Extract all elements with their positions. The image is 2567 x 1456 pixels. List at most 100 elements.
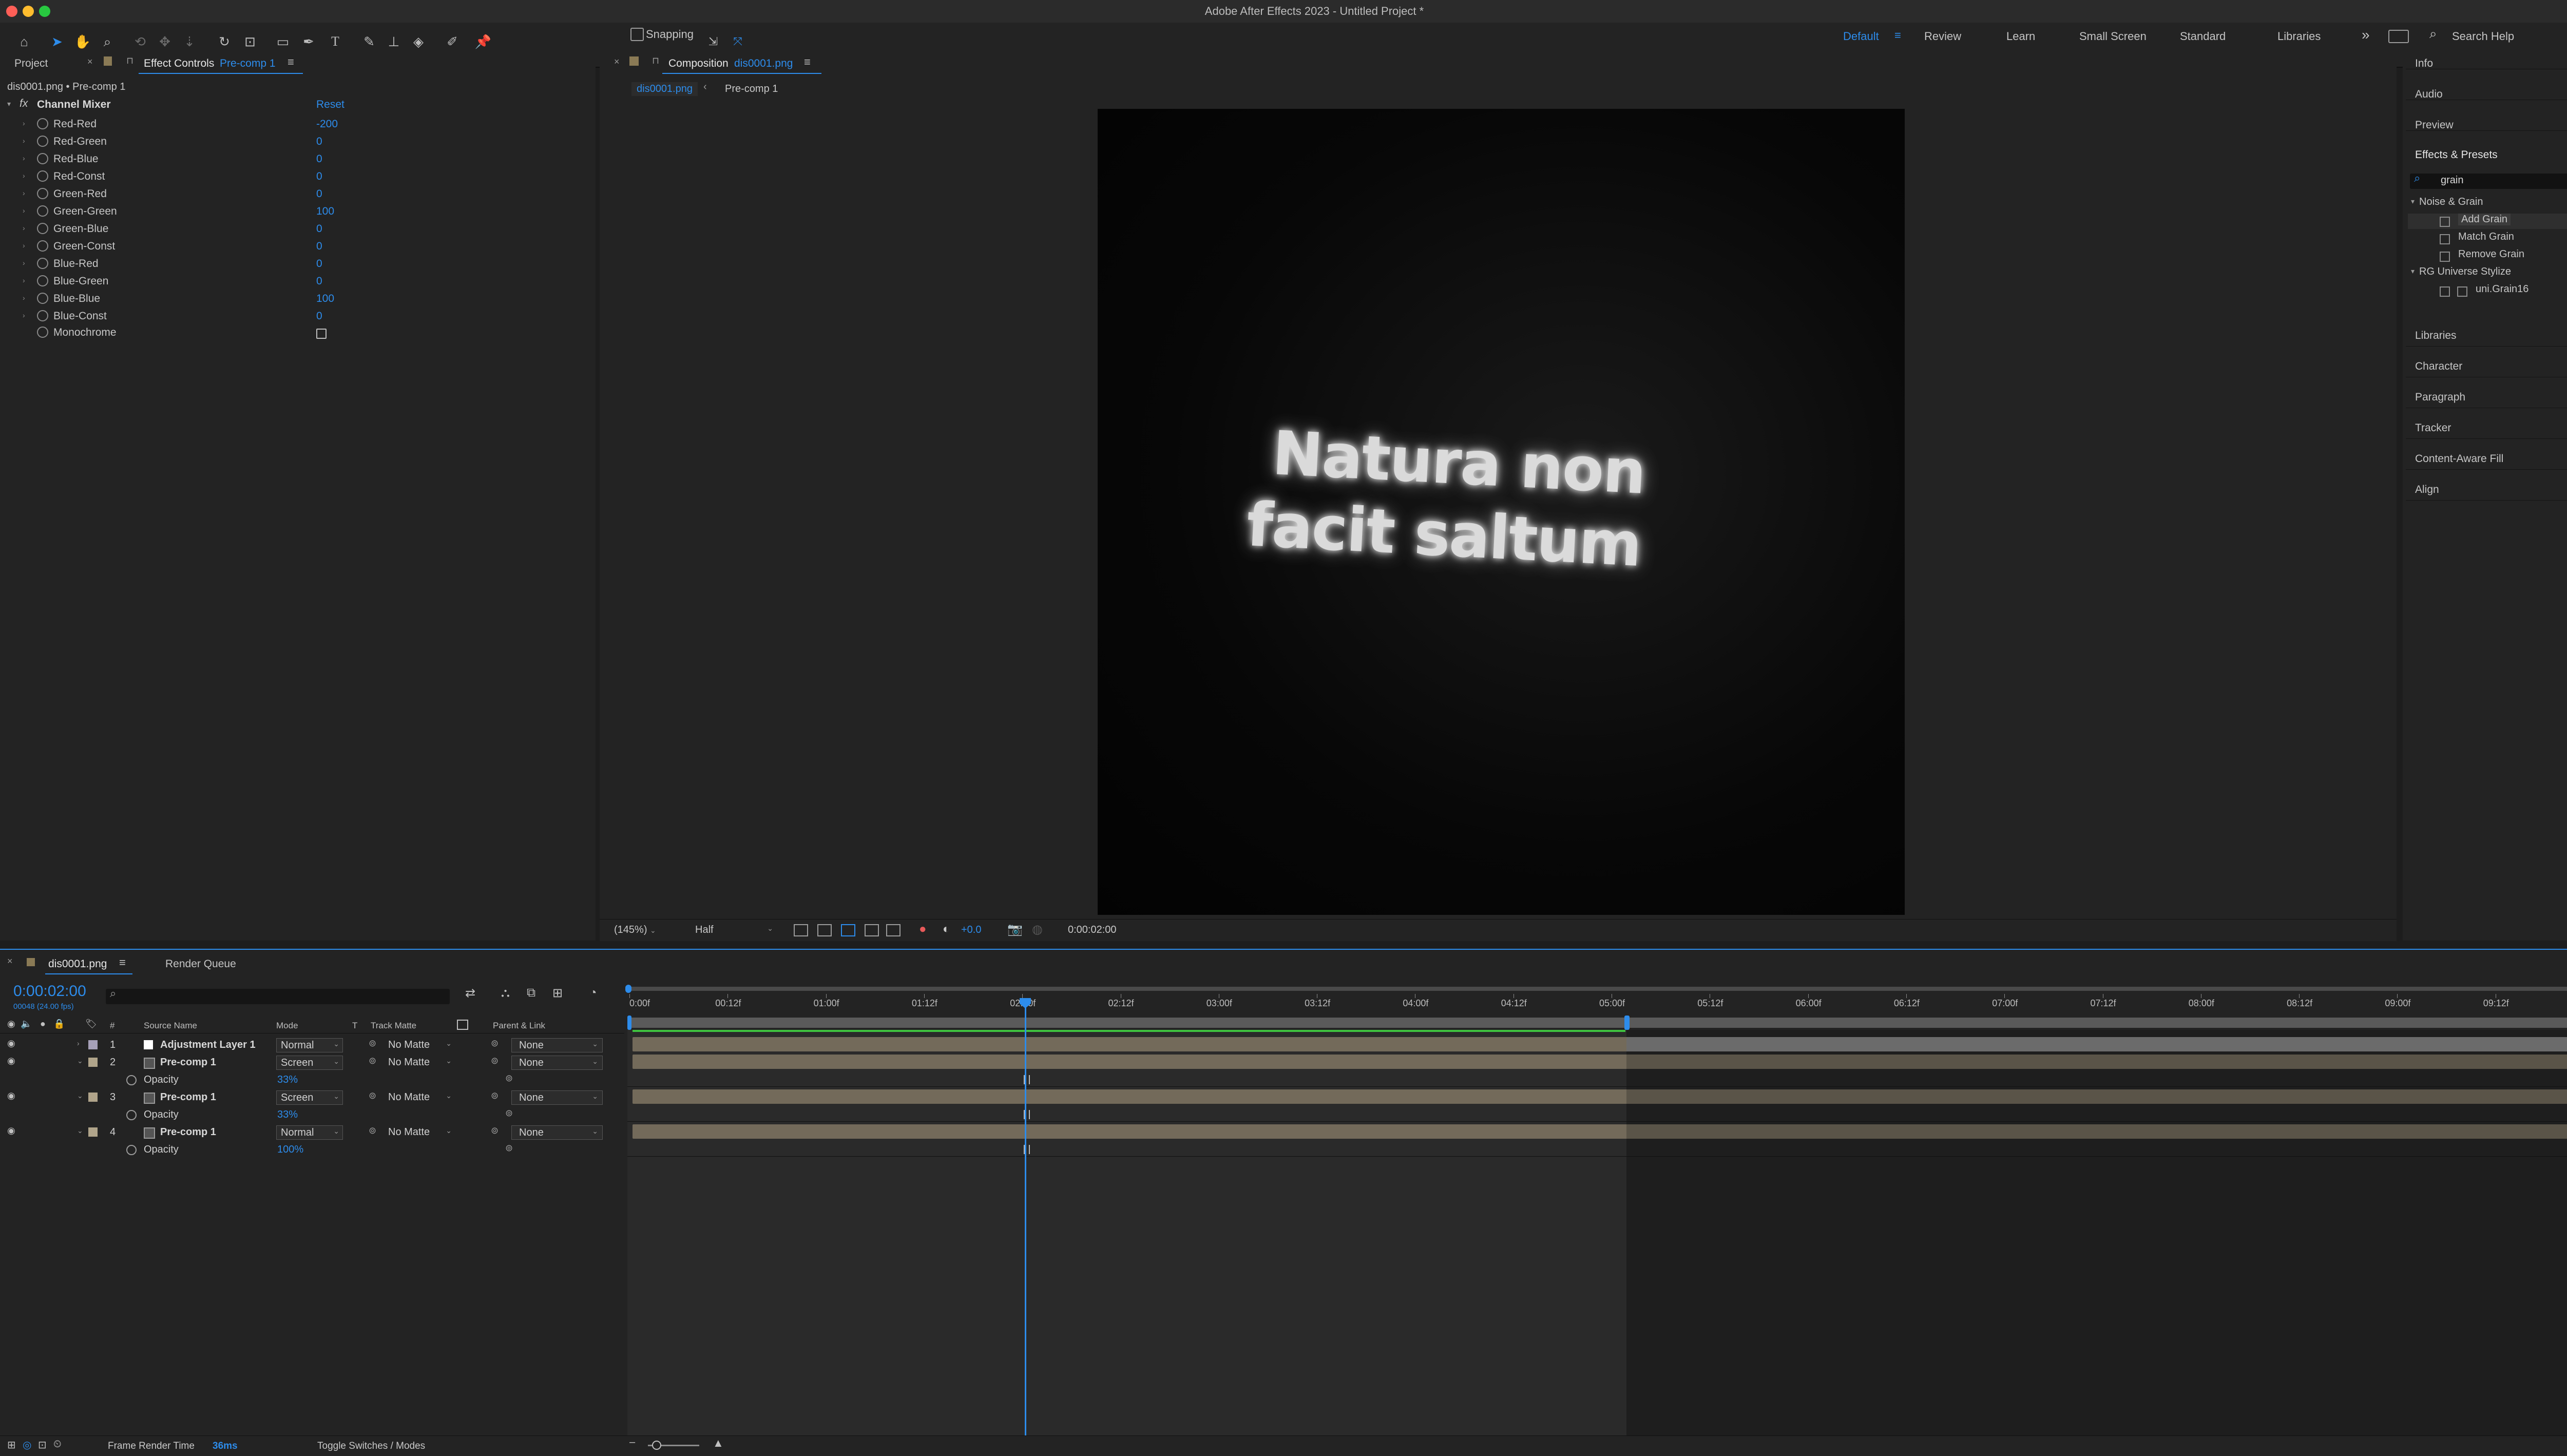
pan-camera-icon[interactable]: ✥ — [156, 33, 174, 50]
monochrome-checkbox[interactable] — [316, 329, 327, 339]
panel-item-tracker[interactable]: Tracker — [2415, 422, 2451, 434]
zoom-tool-icon[interactable]: ⌕ — [99, 33, 116, 50]
param-value[interactable]: 0 — [316, 275, 322, 288]
blend-mode-dropdown[interactable]: Normal ⌄ — [276, 1038, 343, 1052]
param-value[interactable]: 0 — [316, 136, 322, 148]
layer-search-field[interactable] — [106, 989, 450, 1004]
pen-tool-icon[interactable]: ✒ — [300, 33, 317, 50]
stopwatch-icon[interactable] — [37, 310, 48, 321]
effect-param-row[interactable]: › Green-Const 0 — [0, 238, 580, 256]
effect-item[interactable]: Match Grain — [2458, 231, 2514, 243]
matte-link-icon[interactable]: ⊚ — [369, 1125, 376, 1136]
tab-project[interactable]: Project — [14, 58, 48, 70]
audio-toggle-header-icon[interactable]: 🔈 — [21, 1019, 32, 1029]
video-toggle-header-icon[interactable]: ◉ — [7, 1019, 15, 1029]
panel-item-libraries[interactable]: Libraries — [2415, 330, 2457, 342]
stopwatch-icon[interactable] — [37, 153, 48, 164]
expand-chevron-icon[interactable]: › — [23, 189, 25, 197]
expand-chevron-icon[interactable]: › — [23, 294, 25, 302]
effect-param-row[interactable]: › Blue-Green 0 — [0, 273, 580, 291]
effect-name[interactable]: Channel Mixer — [37, 99, 111, 111]
zoom-out-icon[interactable]: – — [629, 1436, 635, 1448]
navigator-start-handle[interactable] — [625, 985, 631, 993]
keyframe-marker-icon[interactable] — [1024, 1145, 1030, 1154]
parent-pickwhip-icon[interactable]: ⊚ — [491, 1125, 499, 1136]
expand-chevron-icon[interactable]: › — [23, 154, 25, 162]
search-help-field[interactable]: Search Help — [2452, 30, 2514, 43]
parent-pickwhip-icon[interactable]: ⊚ — [491, 1038, 499, 1049]
layer-row[interactable]: ◉ 2 ⌄ Pre-comp 1 Screen ⌄ ⊚ No Matte ⌄ ⊚ None ⌄ — [0, 1055, 624, 1072]
tab-effect-controls[interactable]: Effect Controls — [144, 58, 214, 70]
opacity-property-row[interactable]: Opacity 33% ⊚ — [0, 1107, 624, 1124]
track-matte-dropdown[interactable]: No Matte ⌄ — [388, 1039, 452, 1051]
timeline-timecode[interactable]: 0:00:02:00 — [13, 983, 86, 1000]
roto-brush-tool-icon[interactable]: ✐ — [444, 33, 461, 50]
param-value[interactable]: 100 — [316, 205, 334, 218]
layer-row[interactable]: ◉ 3 ⌄ Pre-comp 1 Screen ⌄ ⊚ No Matte ⌄ ⊚ None ⌄ — [0, 1089, 624, 1107]
parent-pickwhip-icon[interactable]: ⊚ — [491, 1056, 499, 1066]
snapping-checkbox[interactable] — [630, 28, 644, 41]
effects-presets-title[interactable]: Effects & Presets — [2415, 149, 2498, 161]
lock-icon[interactable] — [104, 56, 112, 66]
keyframe-marker-icon[interactable] — [1024, 1110, 1030, 1119]
expand-chevron-icon[interactable]: › — [23, 259, 25, 267]
opacity-value[interactable]: 33% — [277, 1109, 298, 1121]
stopwatch-icon[interactable] — [37, 205, 48, 217]
effect-item[interactable]: Remove Grain — [2458, 248, 2524, 260]
fast-previews-icon[interactable] — [794, 924, 808, 936]
panel-item-info[interactable]: Info — [2415, 58, 2433, 70]
param-value[interactable]: 0 — [316, 310, 322, 322]
zoom-dropdown[interactable]: (145%) ⌄ — [614, 924, 656, 936]
panel-item-align[interactable]: Align — [2415, 484, 2439, 496]
effect-item[interactable]: Add Grain — [2458, 214, 2511, 225]
workspace-menu-icon[interactable]: ≡ — [1894, 29, 1901, 42]
search-help-icon[interactable]: ⌕ — [2429, 26, 2437, 42]
modes-pane-icon[interactable]: ◎ — [23, 1439, 31, 1451]
workspace-learn[interactable]: Learn — [2006, 30, 2035, 43]
stopwatch-icon[interactable] — [37, 136, 48, 147]
work-area-bar[interactable] — [629, 1018, 2567, 1028]
expand-chevron-icon[interactable]: › — [23, 137, 25, 145]
expression-pickwhip-icon[interactable]: ⊚ — [505, 1143, 513, 1154]
composition-canvas[interactable]: Natura non facit saltum — [1098, 109, 1905, 915]
guides-icon[interactable] — [886, 924, 901, 936]
puppet-pin-tool-icon[interactable]: 📌 — [474, 33, 492, 50]
snap-edges-icon[interactable]: ⇲ — [704, 33, 722, 50]
hand-tool-icon[interactable]: ✋ — [74, 33, 91, 50]
stopwatch-icon[interactable] — [37, 240, 48, 252]
transparency-grid-icon[interactable] — [817, 924, 832, 936]
effect-param-row[interactable]: › Blue-Red 0 — [0, 256, 580, 273]
blend-mode-dropdown[interactable]: Screen ⌄ — [276, 1056, 343, 1070]
stopwatch-icon[interactable] — [37, 118, 48, 129]
track-matte-dropdown[interactable]: No Matte ⌄ — [388, 1126, 452, 1138]
panel-item-character[interactable]: Character — [2415, 360, 2462, 373]
eraser-tool-icon[interactable]: ◈ — [410, 33, 427, 50]
effects-search-field[interactable] — [2410, 174, 2567, 189]
selection-tool-icon[interactable]: ➤ — [48, 33, 66, 50]
panel-menu-icon[interactable]: ≡ — [288, 55, 294, 69]
expand-chevron-icon[interactable]: › — [23, 206, 25, 215]
in-out-pane-icon[interactable]: ⊡ — [38, 1439, 47, 1451]
parent-dropdown[interactable]: None ⌄ — [511, 1056, 603, 1070]
monochrome-stopwatch-icon[interactable] — [37, 327, 48, 338]
workspace-panel-icon[interactable] — [2388, 30, 2409, 43]
matte-link-icon[interactable]: ⊚ — [369, 1090, 376, 1101]
fx-toggle-icon[interactable]: fx — [20, 98, 28, 110]
stopwatch-icon[interactable] — [37, 170, 48, 182]
pan-behind-tool-icon[interactable]: ⊡ — [241, 33, 259, 50]
stopwatch-icon[interactable] — [37, 223, 48, 234]
parent-dropdown[interactable]: None ⌄ — [511, 1090, 603, 1105]
video-visibility-icon[interactable]: ◉ — [7, 1056, 15, 1066]
stopwatch-icon[interactable] — [126, 1145, 137, 1155]
panel-item-preview[interactable]: Preview — [2415, 119, 2454, 131]
close-timeline-tab-icon[interactable]: × — [7, 956, 13, 967]
layer-expand-chevron-icon[interactable]: ⌄ — [77, 1091, 83, 1100]
more-workspaces-icon[interactable]: » — [2362, 27, 2370, 43]
comp-panel-menu-icon[interactable]: ≡ — [804, 55, 811, 69]
color-channels-icon[interactable]: ● — [919, 922, 927, 936]
close-tab-icon[interactable]: × — [87, 56, 93, 67]
layer-row[interactable]: ◉ 4 ⌄ Pre-comp 1 Normal ⌄ ⊚ No Matte ⌄ ⊚ None ⌄ — [0, 1124, 624, 1142]
label-header-icon[interactable]: 🏷 — [85, 1019, 97, 1029]
rectangle-tool-icon[interactable]: ▭ — [274, 33, 292, 50]
motion-blur-icon[interactable]: ◔ — [589, 986, 597, 1000]
